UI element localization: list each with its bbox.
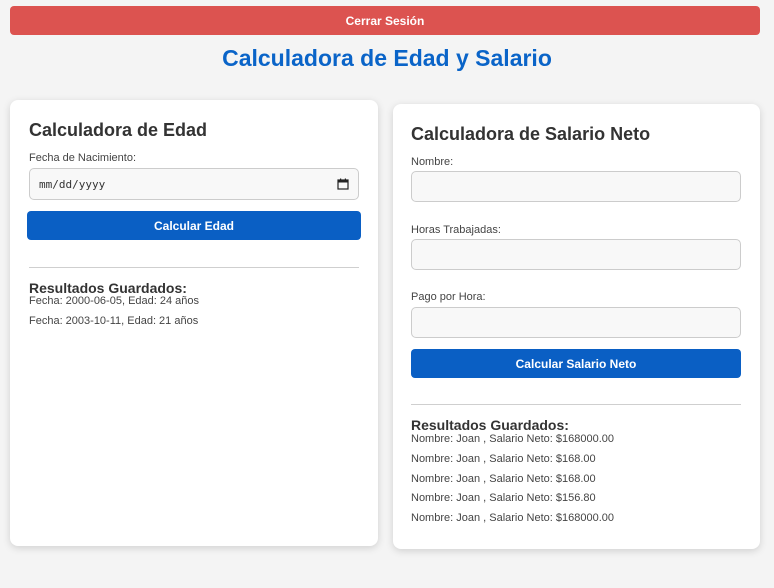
birthdate-input[interactable]: mm/dd/yyyy <box>29 168 359 200</box>
name-label: Nombre: <box>411 156 454 168</box>
age-calculator-card: Calculadora de Edad Fecha de Nacimiento:… <box>10 100 378 546</box>
salary-calculator-card: Calculadora de Salario Neto Nombre: Hora… <box>393 104 760 549</box>
hours-label: Horas Trabajadas: <box>411 224 501 236</box>
salary-results-title: Resultados Guardados: <box>411 417 569 433</box>
divider <box>29 267 359 268</box>
list-item: Nombre: Joan , Salario Neto: $168.00 <box>411 453 596 465</box>
rate-field[interactable] <box>411 307 741 338</box>
list-item: Fecha: 2003-10-11, Edad: 21 años <box>29 315 199 327</box>
calculate-age-button[interactable]: Calcular Edad <box>27 211 361 240</box>
page-title: Calculadora de Edad y Salario <box>222 45 552 71</box>
calculate-salary-button[interactable]: Calcular Salario Neto <box>411 349 741 378</box>
list-item: Nombre: Joan , Salario Neto: $168000.00 <box>411 512 615 524</box>
logout-button[interactable]: Cerrar Sesión <box>10 6 760 35</box>
age-results-title: Resultados Guardados: <box>29 280 187 296</box>
salary-calculator-title: Calculadora de Salario Neto <box>411 124 651 144</box>
list-item: Nombre: Joan , Salario Neto: $168000.00 <box>411 433 615 445</box>
calendar-icon[interactable] <box>337 178 349 190</box>
hours-field[interactable] <box>411 239 741 270</box>
list-item: Nombre: Joan , Salario Neto: $168.00 <box>411 473 596 485</box>
age-calculator-title: Calculadora de Edad <box>29 120 208 140</box>
name-field[interactable] <box>411 171 741 202</box>
rate-label: Pago por Hora: <box>411 291 486 303</box>
divider <box>411 404 741 405</box>
list-item: Fecha: 2000-06-05, Edad: 24 años <box>29 295 200 307</box>
birthdate-placeholder: mm/dd/yyyy <box>39 177 106 191</box>
birthdate-label: Fecha de Nacimiento: <box>29 152 136 164</box>
list-item: Nombre: Joan , Salario Neto: $156.80 <box>411 492 596 504</box>
